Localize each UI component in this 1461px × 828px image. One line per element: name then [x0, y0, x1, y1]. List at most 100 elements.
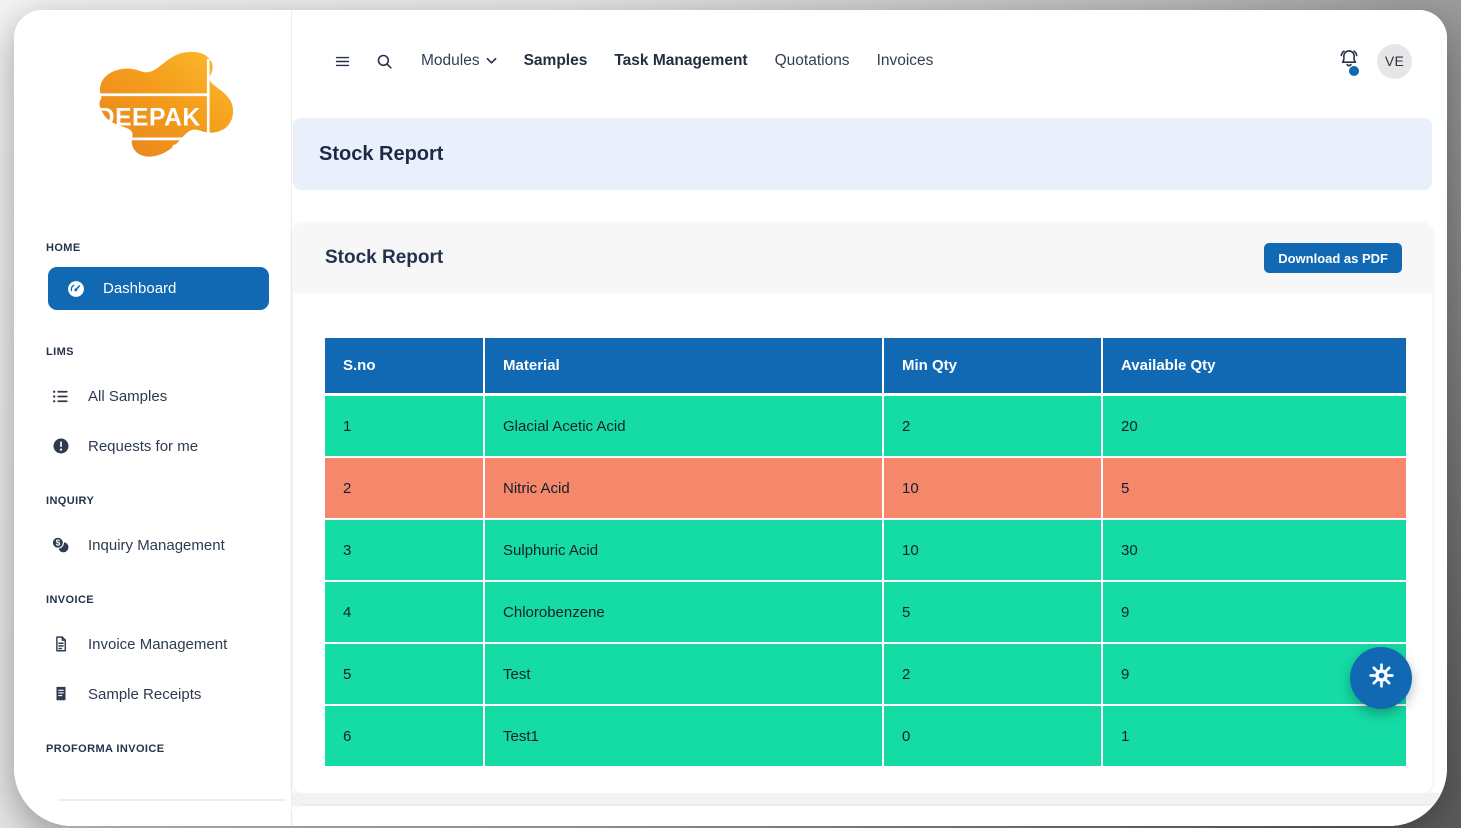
list-icon	[50, 387, 71, 406]
search-icon[interactable]	[375, 52, 394, 71]
nav-item-task-management[interactable]: Task Management	[614, 52, 747, 70]
card-header: Stock Report Download as PDF	[293, 223, 1432, 293]
sidebar-section: INQUIRY $ Inquiry Management	[34, 495, 272, 558]
table-cell-available_qty: 20	[1103, 396, 1406, 456]
card-title: Stock Report	[325, 247, 444, 268]
sidebar-nav: HOME Dashboard LIMS All Samples Requests for…	[34, 242, 272, 756]
brand-logo[interactable]: DEEPAK CYBIT	[81, 44, 237, 166]
stock-table: S.no Material Min Qty Available Qty 1 Glacia…	[325, 338, 1406, 768]
column-header: Min Qty	[884, 338, 1102, 393]
table-cell-available_qty: 30	[1103, 520, 1406, 580]
column-header: Available Qty	[1103, 338, 1406, 393]
table-cell-sno: 3	[325, 520, 484, 580]
table-cell-material: Test1	[485, 706, 882, 766]
sidebar-section-label: PROFORMA INVOICE	[46, 743, 165, 755]
nav-item-modules[interactable]: Modules	[421, 52, 497, 70]
invoice-file-icon	[50, 635, 71, 653]
sidebar-section: INVOICE Invoice Management Sample Receipts	[34, 594, 272, 707]
chevron-down-icon	[486, 52, 497, 70]
svg-text:$: $	[56, 538, 61, 548]
top-navbar: Modules Samples Task Management Quotations I…	[292, 40, 1447, 82]
table-header-row: S.no Material Min Qty Available Qty	[325, 338, 1406, 393]
table-cell-material: Glacial Acetic Acid	[485, 396, 882, 456]
nav-item-invoices[interactable]: Invoices	[877, 52, 934, 70]
table-cell-sno: 4	[325, 582, 484, 642]
sidebar-item-dashboard[interactable]: Dashboard	[48, 267, 269, 310]
sidebar-item-invoice-management[interactable]: Invoice Management	[34, 631, 272, 657]
table-cell-material: Test	[485, 644, 882, 704]
main-area: Modules Samples Task Management Quotations I…	[292, 10, 1447, 826]
nav-item-label: Quotations	[774, 52, 850, 69]
column-header: Material	[485, 338, 882, 393]
nav-menu: Modules Samples Task Management Quotations I…	[421, 52, 933, 70]
sidebar-section-label: INVOICE	[46, 594, 95, 606]
sidebar-item-label: Inquiry Management	[88, 536, 225, 554]
table-row: 5 Test 2 9	[325, 644, 1406, 704]
table-cell-material: Nitric Acid	[485, 458, 882, 518]
notification-badge	[1349, 65, 1359, 76]
sidebar-section: PROFORMA INVOICE	[34, 743, 272, 756]
dashboard-icon	[65, 279, 86, 299]
table-row: 1 Glacial Acetic Acid 2 20	[325, 396, 1406, 456]
settings-fab-button[interactable]	[1350, 647, 1412, 709]
table-cell-material: Chlorobenzene	[485, 582, 882, 642]
section-gap	[292, 793, 1447, 806]
table-cell-min_qty: 10	[884, 520, 1102, 580]
nav-item-label: Samples	[523, 52, 588, 69]
table-cell-min_qty: 2	[884, 396, 1102, 456]
table-cell-min_qty: 5	[884, 582, 1102, 642]
table-cell-sno: 1	[325, 396, 484, 456]
sidebar-section-label: HOME	[46, 242, 81, 254]
sidebar-item-label: All Samples	[88, 387, 168, 405]
brand-name: DEEPAK	[97, 105, 201, 132]
sidebar-section: HOME Dashboard	[34, 242, 272, 310]
page-title-banner: Stock Report	[293, 118, 1432, 190]
sidebar-item-sample-receipts[interactable]: Sample Receipts	[34, 681, 272, 707]
sidebar-section-label: LIMS	[46, 346, 74, 358]
stock-report-card: Stock Report Download as PDF S.no Materia…	[293, 223, 1432, 793]
deepak-cybit-logo-icon: DEEPAK CYBIT	[88, 51, 234, 157]
nav-item-label: Invoices	[876, 52, 934, 69]
topnav-right: VE	[1338, 43, 1412, 79]
app-window: DEEPAK CYBIT HOME Dashboard LIMS All Sample…	[14, 10, 1447, 826]
table-row: 6 Test1 0 1	[325, 706, 1406, 766]
table-cell-available_qty: 1	[1103, 706, 1406, 766]
sidebar-item-label: Requests for me	[88, 437, 199, 455]
nav-item-quotations[interactable]: Quotations	[775, 52, 850, 70]
table-row: 4 Chlorobenzene 5 9	[325, 582, 1406, 642]
gear-icon	[1368, 662, 1395, 694]
sidebar-item-inquiry-management[interactable]: $ Inquiry Management	[34, 532, 272, 558]
brand-tagline: CYBIT	[172, 143, 208, 153]
table-cell-min_qty: 0	[884, 706, 1102, 766]
table-cell-sno: 5	[325, 644, 484, 704]
hamburger-menu-icon[interactable]	[333, 52, 352, 71]
sidebar-item-label: Sample Receipts	[88, 685, 202, 703]
table-cell-min_qty: 2	[884, 644, 1102, 704]
table-row: 3 Sulphuric Acid 10 30	[325, 520, 1406, 580]
table-cell-sno: 6	[325, 706, 484, 766]
page-title: Stock Report	[319, 142, 444, 165]
table-cell-available_qty: 9	[1103, 582, 1406, 642]
sidebar-item-label: Invoice Management	[88, 635, 228, 653]
nav-item-samples[interactable]: Samples	[524, 52, 588, 70]
table-row: 2 Nitric Acid 10 5	[325, 458, 1406, 518]
sidebar-section: LIMS All Samples Requests for me	[34, 346, 272, 459]
table-body: 1 Glacial Acetic Acid 2 20 2 Nitric Acid 10 5 3 S…	[325, 396, 1406, 766]
alert-circle-icon	[50, 437, 71, 455]
sidebar-divider	[58, 799, 286, 801]
column-header: S.no	[325, 338, 484, 393]
sidebar-item-label: Dashboard	[103, 280, 177, 297]
receipt-icon	[50, 685, 71, 703]
notification-bell-icon[interactable]	[1338, 48, 1360, 76]
nav-item-label: Modules	[421, 52, 480, 69]
table-cell-min_qty: 10	[884, 458, 1102, 518]
sidebar-item-all-samples[interactable]: All Samples	[34, 383, 272, 409]
sidebar-section-label: INQUIRY	[46, 495, 95, 507]
sidebar-item-requests-for-me[interactable]: Requests for me	[34, 433, 272, 459]
user-avatar[interactable]: VE	[1377, 43, 1412, 79]
download-pdf-button[interactable]: Download as PDF	[1264, 243, 1402, 273]
next-card-edge	[293, 806, 1432, 826]
table-cell-sno: 2	[325, 458, 484, 518]
coins-icon: $	[50, 534, 71, 556]
sidebar: DEEPAK CYBIT HOME Dashboard LIMS All Sample…	[14, 10, 292, 826]
